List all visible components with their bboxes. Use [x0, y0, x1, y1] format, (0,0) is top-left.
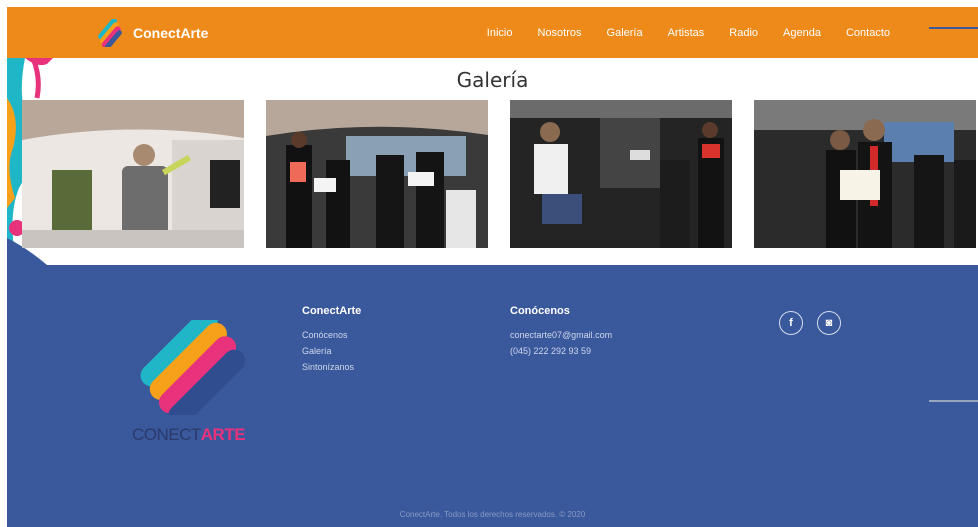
nav-radio[interactable]: Radio: [729, 27, 758, 39]
gallery-photo-2[interactable]: [266, 100, 488, 248]
conectarte-logo-icon: [98, 19, 122, 47]
footer-link-sintonizanos[interactable]: Sintonízanos: [302, 359, 361, 375]
nav-galeria[interactable]: Galería: [607, 27, 643, 39]
nav-inicio[interactable]: Inicio: [487, 27, 513, 39]
footer-email[interactable]: conectarte07@gmail.com: [510, 327, 612, 343]
page: ConectArte Inicio Nosotros Galería Artis…: [7, 7, 978, 527]
footer-phone: (045) 222 292 93 59: [510, 346, 592, 356]
footer-col-title: Conócenos: [510, 305, 570, 317]
footer-divider: [929, 400, 978, 402]
instagram-icon[interactable]: ◙: [817, 311, 841, 335]
logo-text-arte: ARTE: [200, 425, 246, 444]
photo-musicians-performing: [510, 100, 732, 248]
brand-name: ConectArte: [133, 25, 209, 41]
gallery-section: Galería: [7, 58, 978, 265]
photo-certificate-award: [754, 100, 976, 248]
footer-link-conocenos[interactable]: Conócenos: [302, 327, 361, 343]
nav-artistas[interactable]: Artistas: [668, 27, 705, 39]
facebook-icon[interactable]: f: [779, 311, 803, 335]
gallery-photo-4[interactable]: [754, 100, 976, 248]
top-navbar: ConectArte Inicio Nosotros Galería Artis…: [7, 7, 978, 58]
footer-col-contacto: Conócenos conectarte07@gmail.com (045) 2…: [510, 305, 612, 359]
brand[interactable]: ConectArte: [93, 19, 208, 47]
header-divider: [929, 27, 978, 29]
logo-text-conect: CONECT: [132, 425, 201, 444]
gallery-photo-1[interactable]: [22, 100, 244, 248]
photo-singer-with-microphone: [22, 100, 244, 248]
main-nav: Inicio Nosotros Galería Artistas Radio A…: [462, 7, 890, 58]
footer-link-galeria[interactable]: Galería: [302, 343, 361, 359]
copyright-text: ConectArte. Todos los derechos reservado…: [399, 510, 586, 519]
footer-col-conectarte: ConectArte Conócenos Galería Sintonízano…: [302, 305, 361, 375]
footer: CONECTARTE ConectArte Conócenos Galería …: [7, 265, 978, 527]
photo-choir-with-music-stands: [266, 100, 488, 248]
nav-contacto[interactable]: Contacto: [846, 27, 890, 39]
nav-agenda[interactable]: Agenda: [783, 27, 821, 39]
footer-logo-text: CONECTARTE: [132, 425, 246, 445]
gallery-title: Galería: [456, 68, 529, 92]
conectarte-logo-large-icon: [140, 320, 246, 415]
footer-col-title: ConectArte: [302, 305, 362, 317]
gallery-photo-3[interactable]: [510, 100, 732, 248]
nav-nosotros[interactable]: Nosotros: [537, 27, 581, 39]
